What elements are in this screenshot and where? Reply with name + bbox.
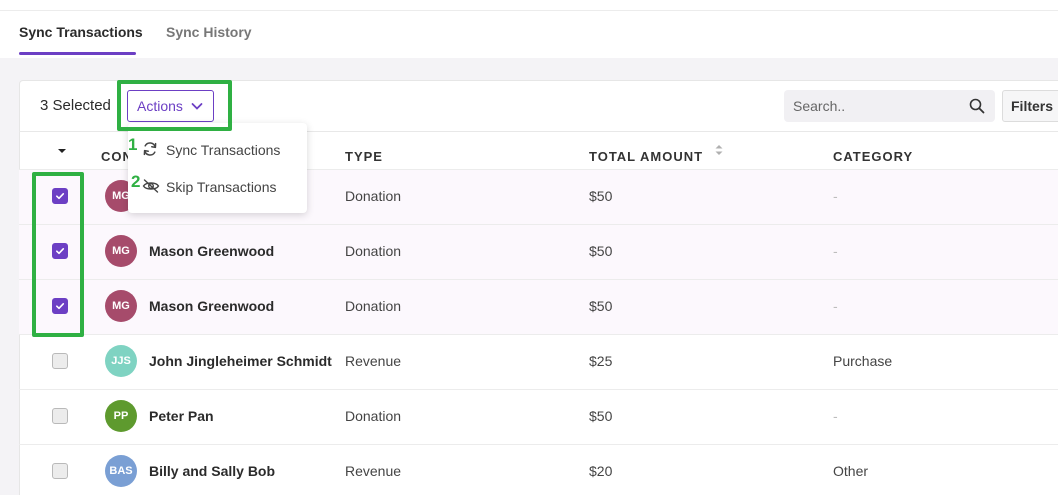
cell-type: Donation: [345, 243, 402, 259]
top-strip: [0, 0, 1058, 11]
cell-category: -: [833, 298, 838, 314]
filters-button[interactable]: Filters: [1002, 90, 1058, 122]
column-header-total-amount[interactable]: TOTAL AMOUNT: [589, 149, 703, 164]
chevron-down-icon: [191, 103, 203, 110]
cell-category: -: [833, 188, 838, 204]
contact-name[interactable]: Peter Pan: [149, 408, 214, 424]
actions-label: Actions: [137, 98, 183, 114]
cell-total-amount: $50: [589, 188, 613, 204]
active-tab-indicator: [19, 52, 136, 55]
menu-item-label: Skip Transactions: [166, 179, 277, 195]
tab-sync-transactions[interactable]: Sync Transactions: [19, 24, 143, 40]
actions-button[interactable]: Actions: [127, 90, 214, 122]
cell-total-amount: $50: [589, 243, 613, 259]
check-icon: [56, 248, 65, 255]
eye-off-icon: [142, 179, 160, 193]
column-header-category[interactable]: CATEGORY: [833, 149, 913, 164]
avatar: JJS: [105, 345, 137, 377]
avatar: PP: [105, 400, 137, 432]
sort-icon[interactable]: [714, 143, 724, 157]
cell-type: Donation: [345, 408, 402, 424]
row-checkbox[interactable]: [52, 243, 68, 259]
menu-item-label: Sync Transactions: [166, 142, 281, 158]
cell-total-amount: $50: [589, 298, 613, 314]
step-number-1: 1: [128, 135, 138, 154]
cell-type: Revenue: [345, 353, 402, 369]
check-icon: [56, 303, 65, 310]
row-checkbox[interactable]: [52, 188, 68, 204]
search-box[interactable]: [784, 90, 995, 122]
cell-category: Purchase: [833, 353, 893, 369]
actions-dropdown-menu: Sync Transactions Skip Transactions: [128, 123, 307, 213]
avatar: MG: [105, 235, 137, 267]
sync-icon: [143, 142, 157, 156]
contact-name[interactable]: Mason Greenwood: [149, 243, 274, 259]
row-checkbox[interactable]: [52, 353, 68, 369]
cell-type: Donation: [345, 298, 402, 314]
column-header-type[interactable]: TYPE: [345, 149, 383, 164]
row-checkbox[interactable]: [52, 408, 68, 424]
cell-total-amount: $20: [589, 463, 613, 479]
cell-category: -: [833, 243, 838, 259]
search-icon[interactable]: [969, 98, 985, 114]
contact-name[interactable]: Billy and Sally Bob: [149, 463, 275, 479]
avatar: MG: [105, 290, 137, 322]
row-checkbox[interactable]: [52, 463, 68, 479]
cell-total-amount: $50: [589, 408, 613, 424]
avatar: BAS: [105, 455, 137, 487]
cell-total-amount: $25: [589, 353, 613, 369]
contact-name[interactable]: Mason Greenwood: [149, 298, 274, 314]
menu-item-sync-transactions[interactable]: Sync Transactions: [128, 131, 307, 167]
contact-name[interactable]: John Jingleheimer Schmidt: [149, 353, 332, 369]
menu-item-skip-transactions[interactable]: Skip Transactions: [128, 168, 307, 204]
cell-category: -: [833, 408, 838, 424]
check-icon: [56, 193, 65, 200]
search-input[interactable]: [784, 90, 964, 122]
cell-type: Donation: [345, 188, 402, 204]
caret-down-icon[interactable]: [57, 147, 67, 155]
selected-count: 3 Selected: [40, 97, 111, 114]
row-checkbox[interactable]: [52, 298, 68, 314]
cell-type: Revenue: [345, 463, 402, 479]
step-number-2: 2: [131, 172, 141, 191]
tab-sync-history[interactable]: Sync History: [166, 24, 252, 40]
cell-category: Other: [833, 463, 869, 479]
